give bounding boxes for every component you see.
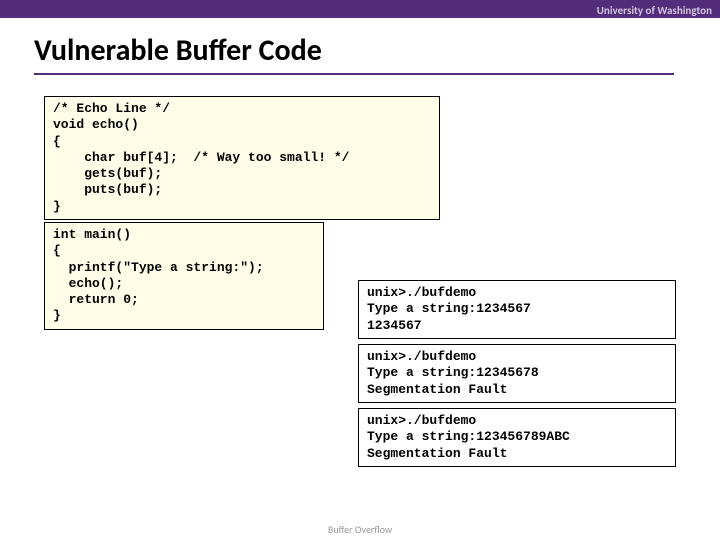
- output-box-1: unix>./bufdemo Type a string:1234567 123…: [358, 280, 676, 339]
- output-box-2: unix>./bufdemo Type a string:12345678 Se…: [358, 344, 676, 403]
- code-echo-box: /* Echo Line */ void echo() { char buf[4…: [44, 96, 440, 220]
- output-box-3: unix>./bufdemo Type a string:123456789AB…: [358, 408, 676, 467]
- footer-label: Buffer Overflow: [0, 523, 720, 536]
- code-main-box: int main() { printf("Type a string:"); e…: [44, 222, 324, 330]
- institution-label: University of Washington: [597, 4, 712, 17]
- header-bar: University of Washington: [0, 0, 720, 18]
- slide-title: Vulnerable Buffer Code: [34, 32, 674, 75]
